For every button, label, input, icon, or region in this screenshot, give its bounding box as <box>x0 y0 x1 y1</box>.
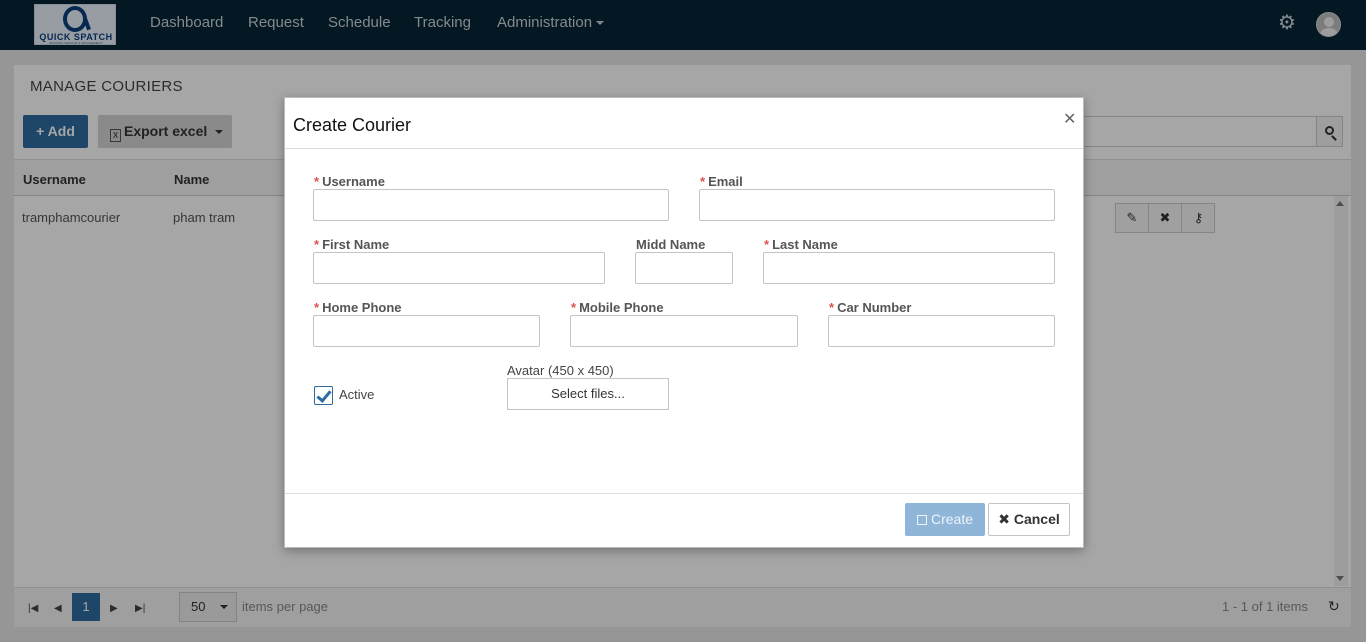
avatar-label: Avatar (450 x 450) <box>507 363 614 378</box>
car-number-label: * Car Number <box>829 300 911 315</box>
close-icon: ✖ <box>998 511 1010 527</box>
first-name-input[interactable] <box>313 252 605 284</box>
mobile-phone-input[interactable] <box>570 315 798 347</box>
close-icon[interactable]: ✕ <box>1063 112 1076 128</box>
required-marker: * <box>829 300 835 315</box>
midd-name-label: Midd Name <box>636 237 706 252</box>
midd-name-input[interactable] <box>635 252 733 284</box>
active-checkbox[interactable] <box>314 386 333 405</box>
required-marker: * <box>314 174 320 189</box>
home-phone-input[interactable] <box>313 315 540 347</box>
cancel-button[interactable]: ✖ Cancel <box>988 503 1070 536</box>
first-name-label-text: First Name <box>322 237 390 252</box>
home-phone-label: * Home Phone <box>314 300 402 315</box>
email-label-text: Email <box>708 174 743 189</box>
required-marker: * <box>764 237 770 252</box>
first-name-label: * First Name <box>314 237 389 252</box>
last-name-input[interactable] <box>763 252 1055 284</box>
required-marker: * <box>314 237 320 252</box>
mobile-phone-label: * Mobile Phone <box>571 300 664 315</box>
email-label: * Email <box>700 174 743 189</box>
select-files-button[interactable]: Select files... <box>507 378 669 410</box>
home-phone-label-text: Home Phone <box>322 300 402 315</box>
save-icon <box>916 515 927 525</box>
car-number-input[interactable] <box>828 315 1055 347</box>
email-input[interactable] <box>699 189 1055 221</box>
username-label-text: Username <box>322 174 385 189</box>
divider <box>285 493 1083 494</box>
required-marker: * <box>700 174 706 189</box>
create-courier-modal: Create Courier ✕ * Username * Email * First… <box>284 97 1084 548</box>
active-label[interactable]: Active <box>339 387 374 402</box>
last-name-label: * Last Name <box>764 237 838 252</box>
mobile-phone-label-text: Mobile Phone <box>579 300 664 315</box>
required-marker: * <box>571 300 577 315</box>
modal-title: Create Courier <box>293 115 412 135</box>
username-input[interactable] <box>313 189 669 221</box>
required-marker: * <box>314 300 320 315</box>
last-name-label-text: Last Name <box>772 237 838 252</box>
cancel-button-label: Cancel <box>1013 511 1060 527</box>
divider <box>285 148 1083 149</box>
username-label: * Username <box>314 174 385 189</box>
car-number-label-text: Car Number <box>837 300 912 315</box>
create-button-label: Create <box>930 511 974 527</box>
create-button[interactable]: Create <box>905 503 985 536</box>
